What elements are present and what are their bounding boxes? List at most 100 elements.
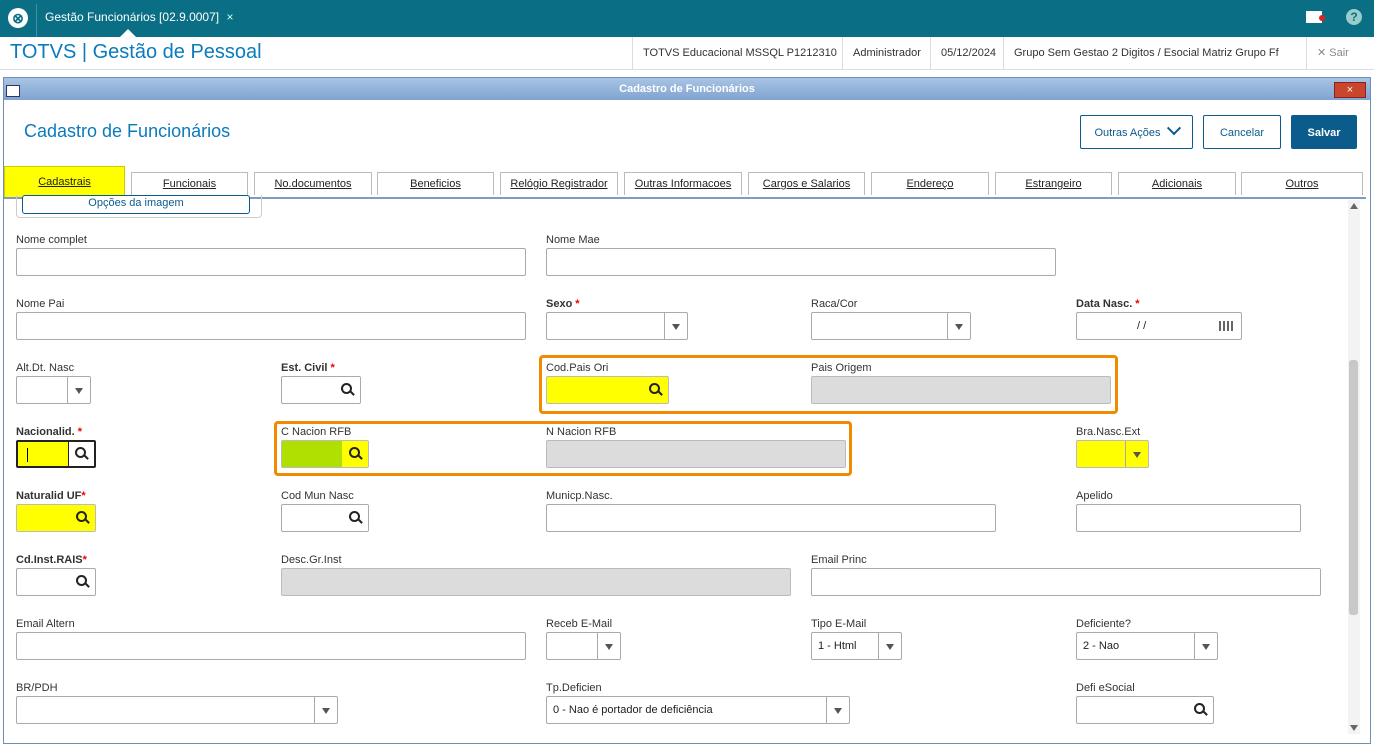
label-nome-complet: Nome complet — [16, 234, 87, 246]
tab-outros[interactable]: Outros — [1241, 172, 1363, 195]
tab-relogio-registrador[interactable]: Relógio Registrador — [500, 172, 618, 195]
est-civil-input[interactable] — [281, 376, 361, 404]
chevron-down-icon[interactable] — [878, 633, 901, 659]
chevron-down-icon[interactable] — [1125, 441, 1148, 467]
apelido-input[interactable] — [1076, 504, 1301, 532]
chevron-down-icon[interactable] — [1194, 633, 1217, 659]
tab-cadastrais[interactable]: Cadastrais — [4, 166, 125, 197]
tab-beneficios[interactable]: Beneficios — [377, 172, 494, 195]
exit-button[interactable]: ✕ Sair — [1306, 37, 1359, 69]
tab-funcionais[interactable]: Funcionais — [131, 172, 248, 195]
label-br-pdh: BR/PDH — [16, 682, 58, 694]
label-est-civil: Est. Civil * — [281, 362, 335, 374]
defi-esocial-input[interactable] — [1076, 696, 1214, 724]
nome-pai-input[interactable] — [16, 312, 526, 340]
nacionalid-input[interactable] — [16, 440, 96, 468]
c-nacion-rfb-input[interactable] — [281, 440, 369, 468]
scroll-down-icon[interactable] — [1350, 725, 1358, 731]
search-icon[interactable] — [342, 505, 368, 531]
label-tipo-email: Tipo E-Mail — [811, 618, 867, 630]
pais-origem-field — [811, 376, 1111, 404]
naturalid-uf-input[interactable] — [16, 504, 96, 532]
label-data-nasc: Data Nasc. * — [1076, 298, 1140, 310]
nome-mae-input[interactable] — [546, 248, 1056, 276]
tipo-email-value: 1 - Html — [818, 640, 857, 652]
municp-nasc-input[interactable] — [546, 504, 996, 532]
app-tab-close-icon[interactable]: × — [226, 10, 233, 24]
search-icon[interactable] — [342, 441, 368, 467]
search-icon[interactable] — [334, 377, 360, 403]
chevron-down-icon[interactable] — [826, 697, 849, 723]
chevron-down-icon[interactable] — [664, 313, 687, 339]
image-options-button[interactable]: Opções da imagem — [22, 195, 250, 214]
required-mark: * — [82, 554, 87, 566]
search-icon[interactable] — [1187, 697, 1213, 723]
nome-complet-input[interactable] — [16, 248, 526, 276]
tab-estrangeiro[interactable]: Estrangeiro — [995, 172, 1112, 195]
label-email-altern: Email Altern — [16, 618, 75, 630]
email-princ-input[interactable] — [811, 568, 1321, 596]
label-nacionalid-text: Nacionalid. — [16, 426, 75, 438]
cod-mun-nasc-input[interactable] — [281, 504, 369, 532]
totvs-logo-icon[interactable]: ⊗ — [8, 8, 28, 28]
header-company: Grupo Sem Gestao 2 Digitos / Esocial Mat… — [1003, 37, 1289, 69]
cd-inst-rais-input[interactable] — [16, 568, 96, 596]
label-email-princ: Email Princ — [811, 554, 867, 566]
deficiente-select[interactable]: 2 - Nao — [1076, 632, 1218, 660]
tab-no-documentos[interactable]: No.documentos — [254, 172, 372, 195]
app-header: TOTVS | Gestão de Pessoal TOTVS Educacio… — [0, 37, 1374, 70]
tab-adicionais[interactable]: Adicionais — [1118, 172, 1236, 195]
window-close-button[interactable]: × — [1334, 82, 1366, 98]
chevron-down-icon — [1166, 121, 1181, 136]
more-actions-button[interactable]: Outras Ações — [1080, 115, 1193, 149]
label-alt-dt-nasc: Alt.Dt. Nasc — [16, 362, 75, 374]
tp-deficien-select[interactable]: 0 - Nao é portador de deficiência — [546, 696, 850, 724]
tab-endereco[interactable]: Endereço — [871, 172, 989, 195]
required-mark: * — [1135, 298, 1140, 310]
mail-icon[interactable] — [1306, 11, 1325, 23]
c-nacion-rfb-text-area[interactable] — [282, 441, 342, 467]
save-button[interactable]: Salvar — [1291, 115, 1357, 149]
page-title: Cadastro de Funcionários — [24, 121, 231, 141]
alt-dt-nasc-select[interactable] — [16, 376, 91, 404]
tab-outras-informacoes[interactable]: Outras Informacoes — [624, 172, 742, 195]
tipo-email-select[interactable]: 1 - Html — [811, 632, 902, 660]
receb-email-select[interactable] — [546, 632, 621, 660]
search-icon[interactable] — [642, 377, 668, 403]
label-cd-inst-rais: Cd.Inst.RAIS* — [16, 554, 87, 566]
chevron-down-icon[interactable] — [67, 377, 90, 403]
sexo-select[interactable] — [546, 312, 688, 340]
window-icon — [6, 85, 20, 97]
bra-nasc-ext-select[interactable] — [1076, 440, 1149, 468]
tab-cargos-salarios[interactable]: Cargos e Salarios — [748, 172, 865, 195]
search-icon[interactable] — [69, 569, 95, 595]
label-defi-esocial: Defi eSocial — [1076, 682, 1135, 694]
label-nome-pai: Nome Pai — [16, 298, 65, 310]
brand-title: TOTVS | Gestão de Pessoal — [10, 41, 262, 63]
search-icon[interactable] — [69, 505, 95, 531]
scroll-up-icon[interactable] — [1350, 203, 1358, 209]
br-pdh-select[interactable] — [16, 696, 338, 724]
tp-deficien-value: 0 - Nao é portador de deficiência — [553, 704, 713, 716]
vertical-scrollbar[interactable] — [1348, 200, 1360, 734]
label-nacionalid: Nacionalid. * — [16, 426, 82, 438]
app-tab[interactable]: Gestão Funcionários [02.9.0007] × — [36, 4, 241, 37]
top-bar: ⊗ Gestão Funcionários [02.9.0007] × ? — [0, 0, 1374, 37]
help-icon[interactable]: ? — [1346, 9, 1362, 25]
chevron-down-icon[interactable] — [597, 633, 620, 659]
app-tab-title: Gestão Funcionários [02.9.0007] — [45, 10, 220, 24]
chevron-down-icon[interactable] — [947, 313, 970, 339]
chevron-down-icon[interactable] — [314, 697, 337, 723]
email-altern-input[interactable] — [16, 632, 526, 660]
label-est-civil-text: Est. Civil — [281, 362, 328, 374]
nacionalid-text-area[interactable] — [18, 442, 69, 466]
calendar-icon[interactable] — [1219, 321, 1233, 331]
required-mark: * — [81, 490, 86, 502]
cod-pais-ori-input[interactable] — [546, 376, 669, 404]
cancel-button[interactable]: Cancelar — [1203, 115, 1281, 149]
tab-bar: Cadastrais Funcionais No.documentos Bene… — [4, 166, 1366, 197]
data-nasc-input[interactable]: / / — [1076, 312, 1242, 340]
search-icon[interactable] — [68, 441, 94, 467]
raca-cor-select[interactable] — [811, 312, 971, 340]
scroll-thumb[interactable] — [1349, 360, 1358, 615]
